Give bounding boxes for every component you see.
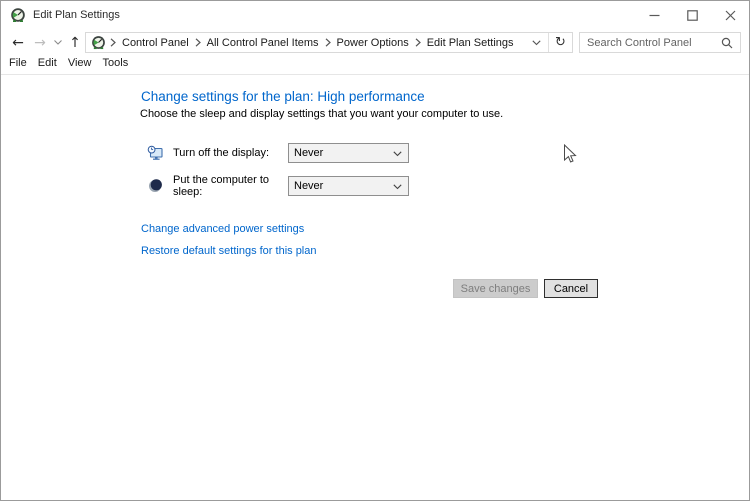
display-clock-icon (147, 145, 163, 161)
maximize-button[interactable] (673, 1, 711, 30)
menu-bar: File Edit View Tools (1, 55, 749, 74)
dropdown-selected-value: Never (289, 180, 323, 192)
chevron-down-icon (532, 40, 541, 46)
forward-button[interactable]: → (30, 30, 50, 55)
window-controls (635, 1, 749, 30)
breadcrumb-chevron-icon (415, 38, 421, 47)
up-arrow-icon: ↑ (69, 35, 81, 51)
page-title: Change settings for the plan: High perfo… (141, 89, 425, 104)
refresh-button[interactable]: ↻ (549, 33, 572, 52)
menu-view[interactable]: View (64, 55, 96, 71)
mouse-cursor-arrow (563, 144, 577, 165)
dropdown-selected-value: Never (289, 147, 323, 159)
setting-label: Put the computer to sleep: (173, 174, 288, 198)
chevron-down-icon (393, 184, 402, 190)
navigation-bar: ← → ↑ Control Panel All Control Panel It… (1, 30, 749, 55)
content-area: Change settings for the plan: High perfo… (1, 75, 749, 500)
titlebar: Edit Plan Settings (1, 1, 749, 30)
chevron-down-icon (393, 151, 402, 157)
breadcrumb-control-panel[interactable]: Control Panel (120, 37, 191, 49)
forward-arrow-icon: → (34, 35, 46, 51)
breadcrumb-chevron-icon (325, 38, 331, 47)
back-arrow-icon: ← (12, 35, 24, 51)
close-icon (725, 10, 736, 21)
change-advanced-power-settings-link[interactable]: Change advanced power settings (141, 223, 304, 235)
breadcrumb-chevron-icon (195, 38, 201, 47)
cancel-button[interactable]: Cancel (544, 279, 598, 298)
display-timeout-dropdown[interactable]: Never (288, 143, 409, 163)
close-button[interactable] (711, 1, 749, 30)
window-title: Edit Plan Settings (33, 9, 120, 21)
refresh-icon: ↻ (555, 35, 566, 50)
setting-label: Turn off the display: (173, 147, 288, 159)
restore-default-settings-link[interactable]: Restore default settings for this plan (141, 245, 316, 257)
edit-plan-settings-window: Edit Plan Settings ← → ↑ (0, 0, 750, 501)
search-icon[interactable] (721, 37, 733, 49)
power-options-gauge-icon (10, 7, 26, 23)
breadcrumb-power-options[interactable]: Power Options (335, 37, 411, 49)
sleep-moon-icon (147, 178, 163, 194)
search-box (579, 32, 741, 53)
minimize-button[interactable] (635, 1, 673, 30)
address-dropdown-button[interactable] (524, 33, 548, 52)
power-options-gauge-icon (91, 35, 106, 50)
breadcrumb-all-control-panel-items[interactable]: All Control Panel Items (205, 37, 321, 49)
address-bar[interactable]: Control Panel All Control Panel Items Po… (85, 32, 573, 53)
breadcrumb-chevron-icon (110, 38, 116, 47)
menu-file[interactable]: File (5, 55, 31, 71)
maximize-icon (687, 10, 698, 21)
breadcrumb-edit-plan-settings[interactable]: Edit Plan Settings (425, 37, 516, 49)
minimize-icon (649, 10, 660, 21)
back-button[interactable]: ← (7, 30, 29, 55)
sleep-timeout-dropdown[interactable]: Never (288, 176, 409, 196)
setting-row-display: Turn off the display: Never (147, 143, 409, 163)
setting-row-sleep: Put the computer to sleep: Never (147, 176, 409, 196)
chevron-down-icon (54, 40, 62, 45)
search-input[interactable] (580, 37, 721, 49)
save-changes-button[interactable]: Save changes (453, 279, 538, 298)
page-subtitle: Choose the sleep and display settings th… (140, 108, 503, 120)
menu-tools[interactable]: Tools (99, 55, 133, 71)
menu-edit[interactable]: Edit (34, 55, 61, 71)
up-button[interactable]: ↑ (65, 30, 85, 55)
recent-pages-button[interactable] (51, 30, 65, 55)
